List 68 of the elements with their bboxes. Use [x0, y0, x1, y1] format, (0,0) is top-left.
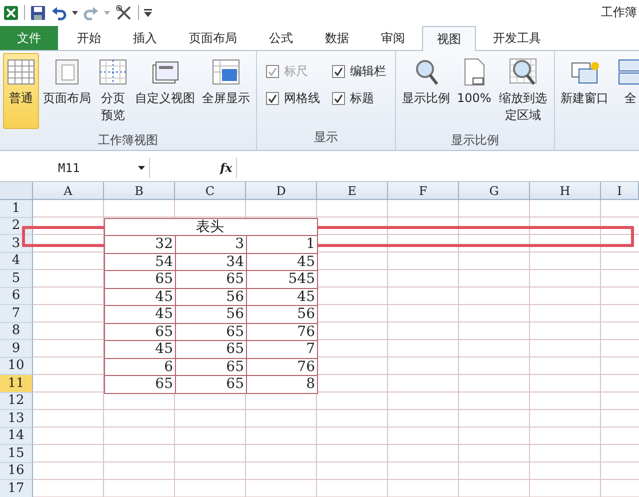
ribbon-tab[interactable]: 公式 [254, 26, 308, 50]
ribbon-button[interactable]: 显示比例 [399, 53, 453, 129]
row-header[interactable]: 14 [0, 428, 33, 445]
row-header[interactable]: 6 [0, 288, 33, 305]
row-header[interactable]: 5 [0, 270, 33, 288]
ribbon-button[interactable]: 新建窗口 [558, 53, 612, 129]
ribbon-tab[interactable]: 页面布局 [174, 26, 252, 50]
column-header[interactable]: G [459, 182, 530, 200]
row-header[interactable]: 7 [0, 305, 33, 322]
row-header[interactable]: 8 [0, 322, 33, 340]
ribbon-button[interactable]: 页面布局 [40, 53, 94, 129]
table-cell: 65 [175, 340, 247, 358]
group-label: 显示比例 [450, 132, 499, 149]
ribbon-button[interactable]: 分页预览 [95, 53, 131, 129]
column-header[interactable]: B [104, 182, 175, 200]
table-cell: 45 [104, 305, 176, 324]
ribbon-button[interactable]: 普通 [3, 53, 39, 129]
ribbon-button[interactable]: 缩放到选定区域 [495, 53, 550, 129]
table-cell: 56 [175, 305, 247, 324]
ribbon-tab[interactable]: 审阅 [366, 26, 420, 50]
row-header[interactable]: 10 [0, 358, 33, 375]
row-header[interactable]: 12 [0, 392, 33, 410]
table-cell: 8 [246, 375, 318, 394]
ribbon-tab[interactable]: 文件 [0, 26, 58, 50]
name-box[interactable]: M11 [0, 158, 150, 178]
row-header[interactable]: 11 [0, 375, 33, 392]
table-cell: 56 [246, 305, 318, 324]
checkbox[interactable]: 网格线 [266, 90, 320, 107]
column-header[interactable]: H [530, 182, 601, 200]
row-header[interactable]: 1 [0, 200, 33, 218]
ribbon-tab[interactable]: 开发工具 [478, 26, 556, 50]
row-header[interactable]: 9 [0, 340, 33, 358]
window-title: 工作簿 [601, 4, 638, 21]
insert-function-button[interactable]: fx [216, 161, 236, 175]
row-header[interactable]: 4 [0, 252, 33, 270]
ribbon-button[interactable]: 全屏显示 [199, 53, 253, 129]
checkbox[interactable]: 标题 [332, 90, 386, 107]
checkbox[interactable]: 编辑栏 [332, 63, 386, 80]
table-cell: 7 [246, 340, 318, 358]
row-header[interactable]: 3 [0, 235, 33, 252]
column-header[interactable]: D [246, 182, 317, 200]
ribbon-tab[interactable]: 开始 [62, 26, 116, 50]
ribbon-button[interactable]: 100% [454, 53, 494, 129]
table-cell: 65 [104, 270, 176, 288]
table-cell: 65 [175, 375, 247, 394]
group-label: 工作簿视图 [98, 132, 158, 149]
table-cell: 545 [246, 270, 318, 288]
table-cell: 65 [104, 375, 176, 394]
column-header[interactable]: C [175, 182, 246, 200]
table-cell: 45 [104, 340, 176, 358]
ribbon-button[interactable]: 全 [612, 53, 639, 129]
row-header[interactable]: 17 [0, 480, 33, 497]
table-cell: 65 [175, 270, 247, 288]
row-header[interactable]: 16 [0, 462, 33, 480]
ribbon-tab[interactable]: 数据 [310, 26, 364, 50]
row-header[interactable]: 15 [0, 445, 33, 462]
column-header[interactable]: I [601, 182, 639, 200]
row-header[interactable]: 13 [0, 410, 33, 428]
ribbon-tab[interactable]: 视图 [422, 26, 476, 51]
column-header[interactable]: A [33, 182, 104, 200]
table-cell: 3 [175, 235, 247, 254]
table-cell: 1 [246, 235, 318, 254]
table-cell: 32 [104, 235, 176, 254]
column-header[interactable]: E [317, 182, 388, 200]
ribbon-button[interactable]: 自定义视图 [132, 53, 198, 129]
ribbon-tab[interactable]: 插入 [118, 26, 172, 50]
group-label: 显示 [314, 129, 338, 146]
column-header[interactable]: F [388, 182, 459, 200]
